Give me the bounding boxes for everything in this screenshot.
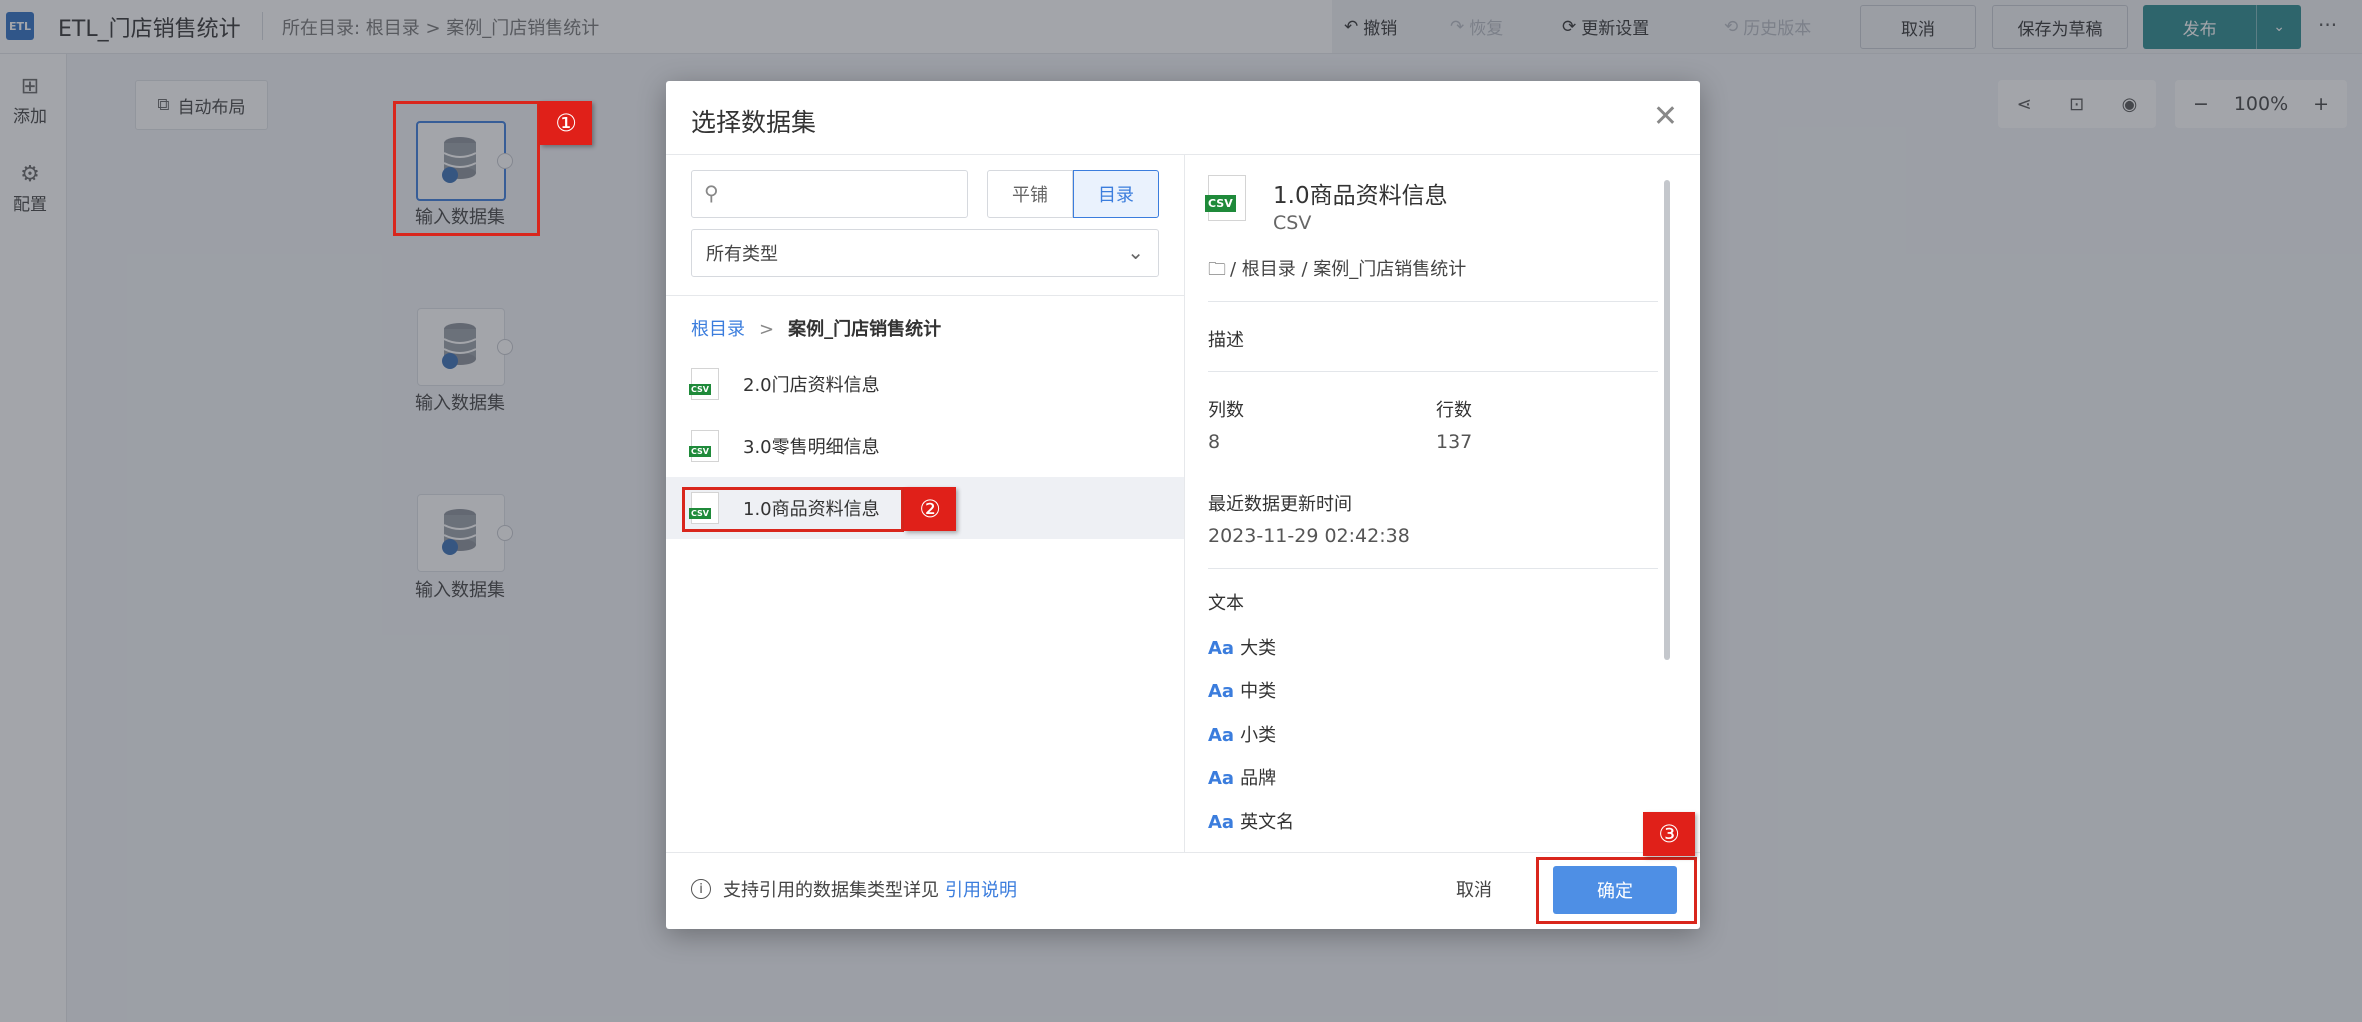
csv-file-icon: CSV — [689, 368, 719, 400]
last-updated-value: 2023-11-29 02:42:38 — [1208, 525, 1410, 547]
description-label: 描述 — [1208, 330, 1244, 351]
type-filter-select[interactable]: 所有类型 ⌄ — [691, 229, 1159, 277]
search-box: ⚲ — [691, 170, 968, 218]
annotation-marker: ③ — [1643, 812, 1695, 856]
search-input[interactable] — [736, 177, 960, 213]
divider — [1208, 301, 1658, 302]
dataset-list-item[interactable]: CSV 2.0门店资料信息 — [666, 353, 1184, 415]
csv-badge: CSV — [689, 384, 711, 395]
type-filter-value: 所有类型 — [706, 244, 778, 265]
annotation-marker: ① — [540, 101, 592, 145]
text-type-icon: Aa — [1208, 681, 1235, 702]
field-name: 中类 — [1240, 681, 1277, 702]
text-fields-label: 文本 — [1208, 593, 1244, 614]
dataset-list-item[interactable]: CSV 3.0零售明细信息 — [666, 415, 1184, 477]
folder-breadcrumb: 根目录 > 案例_门店销售统计 — [691, 315, 941, 341]
field-name: 品牌 — [1240, 768, 1277, 789]
last-updated-label: 最近数据更新时间 — [1208, 494, 1352, 515]
reference-help-link[interactable]: 引用说明 — [945, 876, 1017, 902]
dataset-name: 2.0门店资料信息 — [743, 375, 880, 396]
footer-info-text: 支持引用的数据集类型详见 — [723, 880, 939, 901]
divider — [666, 295, 1184, 296]
info-icon: i — [691, 879, 711, 899]
text-type-icon: Aa — [1208, 812, 1235, 833]
scrollbar[interactable] — [1664, 180, 1670, 660]
view-flat-button[interactable]: 平铺 — [987, 170, 1073, 218]
row-count-label: 行数 — [1436, 400, 1472, 421]
divider — [1208, 371, 1658, 372]
chevron-down-icon: ⌄ — [1127, 240, 1144, 264]
field-item: Aa 中类 — [1208, 677, 1276, 703]
breadcrumb-current: 案例_门店销售统计 — [788, 319, 942, 340]
dataset-name: 3.0零售明细信息 — [743, 437, 880, 458]
view-toggle: 平铺 目录 — [987, 170, 1159, 218]
annotation-box — [393, 101, 540, 236]
column-count-value: 8 — [1208, 431, 1221, 453]
csv-badge: CSV — [689, 446, 711, 457]
csv-file-icon: CSV — [689, 430, 719, 462]
detail-path-text: / 根目录 / 案例_门店销售统计 — [1230, 259, 1467, 280]
detail-dataset-type: CSV — [1273, 212, 1312, 234]
field-name: 小类 — [1240, 725, 1277, 746]
field-item: Aa 大类 — [1208, 634, 1276, 660]
column-count-label: 列数 — [1208, 400, 1244, 421]
annotation-marker: ② — [904, 487, 956, 531]
detail-path: 🗀 / 根目录 / 案例_门店销售统计 — [1208, 255, 1466, 287]
folder-icon: 🗀 — [1208, 259, 1226, 280]
dataset-detail-panel: CSV 1.0商品资料信息 CSV 🗀 / 根目录 / 案例_门店销售统计 描述 … — [1185, 155, 1700, 852]
text-type-icon: Aa — [1208, 638, 1235, 659]
search-icon: ⚲ — [704, 181, 719, 205]
breadcrumb-root-link[interactable]: 根目录 — [691, 319, 745, 340]
text-type-icon: Aa — [1208, 725, 1235, 746]
detail-dataset-name: 1.0商品资料信息 — [1273, 183, 1448, 209]
csv-badge: CSV — [1205, 195, 1236, 212]
close-icon[interactable]: ✕ — [1653, 99, 1678, 134]
field-item: Aa 品牌 — [1208, 764, 1276, 790]
field-name: 大类 — [1240, 638, 1277, 659]
view-directory-button[interactable]: 目录 — [1073, 170, 1159, 218]
annotation-box — [682, 487, 904, 532]
text-type-icon: Aa — [1208, 768, 1235, 789]
breadcrumb-separator: > — [759, 319, 775, 340]
csv-file-icon: CSV — [1205, 175, 1246, 221]
row-count-value: 137 — [1436, 431, 1473, 453]
dialog-cancel-button[interactable]: 取消 — [1456, 876, 1492, 902]
field-item: Aa 小类 — [1208, 721, 1276, 747]
divider — [1208, 568, 1658, 569]
annotation-box — [1536, 857, 1697, 924]
field-name: 英文名 — [1240, 812, 1295, 833]
field-item: Aa 英文名 — [1208, 808, 1294, 834]
footer-info: i 支持引用的数据集类型详见 引用说明 — [691, 876, 1017, 902]
dialog-title: 选择数据集 — [691, 108, 817, 137]
